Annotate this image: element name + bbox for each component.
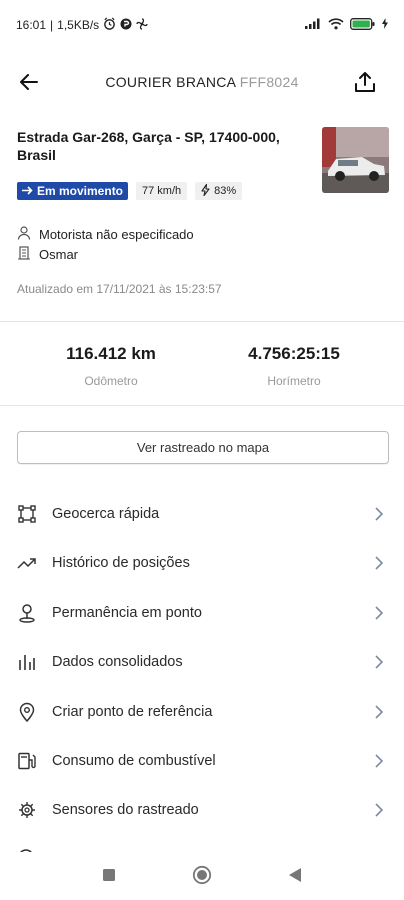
- system-nav-bar: [0, 852, 404, 900]
- vehicle-photo[interactable]: [322, 127, 389, 193]
- status-bar-left: 16:01 | 1,5KB/s: [16, 17, 148, 33]
- geofence-icon: [17, 504, 37, 524]
- person-pin-icon: [17, 603, 37, 623]
- bar-chart-icon: [17, 652, 37, 672]
- chevron-right-icon: [372, 702, 386, 722]
- hourmeter-metric: 4.756:25:15 Horímetro: [199, 344, 389, 388]
- chevron-right-icon: [372, 504, 386, 524]
- status-bar-right: [305, 17, 388, 33]
- home-button[interactable]: [191, 865, 213, 890]
- battery-icon: [350, 17, 376, 33]
- menu-item-combustivel[interactable]: Consumo de combustível: [0, 741, 404, 781]
- vehicle-address: Estrada Gar-268, Garça - SP, 17400-000, …: [17, 129, 280, 163]
- movement-status-badge: Em movimento: [17, 182, 129, 200]
- odometer-metric: 116.412 km Odômetro: [16, 344, 206, 388]
- app-notification-icon: [120, 18, 132, 33]
- vehicle-name: COURIER BRANCA: [105, 74, 236, 90]
- divider-top: [0, 321, 404, 322]
- menu-item-historico[interactable]: Histórico de posições: [0, 543, 404, 583]
- fuel-icon: [17, 751, 37, 771]
- divider-middle: [0, 405, 404, 406]
- arrow-right-icon: [22, 184, 33, 198]
- chevron-right-icon: [372, 603, 386, 623]
- menu-item-geocerca[interactable]: Geocerca rápida: [0, 494, 404, 534]
- owner-name: Osmar: [39, 247, 78, 262]
- charging-icon: [382, 18, 388, 32]
- status-separator: |: [50, 18, 54, 32]
- app-bar: COURIER BRANCA FFF8024: [0, 58, 404, 110]
- signal-icon: [305, 18, 322, 32]
- square-icon: [102, 868, 116, 887]
- menu-item-label: Sensores do rastreado: [52, 802, 199, 818]
- status-chips: Em movimento 77 km/h 83%: [17, 182, 243, 200]
- page-title: COURIER BRANCA FFF8024: [0, 74, 404, 90]
- odometer-value: 116.412 km: [66, 344, 156, 363]
- chevron-right-icon: [372, 800, 386, 820]
- speed-value: 77 km/h: [142, 185, 182, 197]
- menu-item-label: Consumo de combustível: [52, 753, 216, 769]
- vehicle-plate: FFF8024: [239, 74, 299, 90]
- triangle-back-icon: [288, 867, 302, 888]
- hourmeter-label: Horímetro: [267, 374, 321, 388]
- wifi-icon: [328, 17, 344, 33]
- view-on-map-button[interactable]: Ver rastreado no mapa: [17, 431, 389, 464]
- location-pin-icon: [17, 702, 37, 722]
- home-circle-icon: [192, 865, 212, 890]
- odometer-label: Odômetro: [84, 374, 138, 388]
- speed-badge: 77 km/h: [136, 182, 188, 200]
- sensor-icon: [17, 800, 37, 820]
- person-icon: [17, 226, 31, 243]
- driver-name: Motorista não especificado: [39, 227, 194, 242]
- alarm-icon: [103, 17, 116, 33]
- chevron-right-icon: [372, 751, 386, 771]
- movement-status-label: Em movimento: [37, 184, 124, 198]
- recent-apps-button[interactable]: [98, 866, 120, 888]
- hourmeter-value: 4.756:25:15: [248, 344, 340, 363]
- menu-item-label: Dados consolidados: [52, 654, 183, 670]
- share-button[interactable]: [350, 68, 380, 100]
- driver-row: Motorista não especificado: [17, 226, 194, 243]
- menu-item-label: Permanência em ponto: [52, 605, 202, 621]
- battery-badge: 83%: [195, 182, 243, 200]
- menu-item-sensores[interactable]: Sensores do rastreado: [0, 790, 404, 830]
- owner-row: Osmar: [17, 246, 78, 263]
- chevron-right-icon: [372, 553, 386, 573]
- menu-item-label: Geocerca rápida: [52, 506, 160, 522]
- view-on-map-label: Ver rastreado no mapa: [136, 440, 270, 455]
- status-bar: 16:01 | 1,5KB/s: [0, 0, 404, 50]
- status-time: 16:01: [16, 18, 47, 32]
- lightning-icon: [201, 183, 210, 199]
- battery-percent: 83%: [214, 185, 237, 197]
- menu-item-label: Histórico de posições: [52, 555, 190, 571]
- menu-item-permanencia[interactable]: Permanência em ponto: [0, 593, 404, 633]
- share-icon: [354, 71, 376, 98]
- chevron-right-icon: [372, 652, 386, 672]
- back-nav-button[interactable]: [284, 866, 306, 888]
- fan-icon: [136, 17, 148, 33]
- menu-item-label: Criar ponto de referência: [52, 704, 213, 720]
- building-icon: [17, 246, 31, 263]
- trend-icon: [17, 553, 37, 573]
- menu-item-criar-ponto[interactable]: Criar ponto de referência: [0, 692, 404, 732]
- menu-item-dados[interactable]: Dados consolidados: [0, 642, 404, 682]
- last-update: Atualizado em 17/11/2021 às 15:23:57: [17, 282, 222, 296]
- status-net-speed: 1,5KB/s: [57, 18, 100, 32]
